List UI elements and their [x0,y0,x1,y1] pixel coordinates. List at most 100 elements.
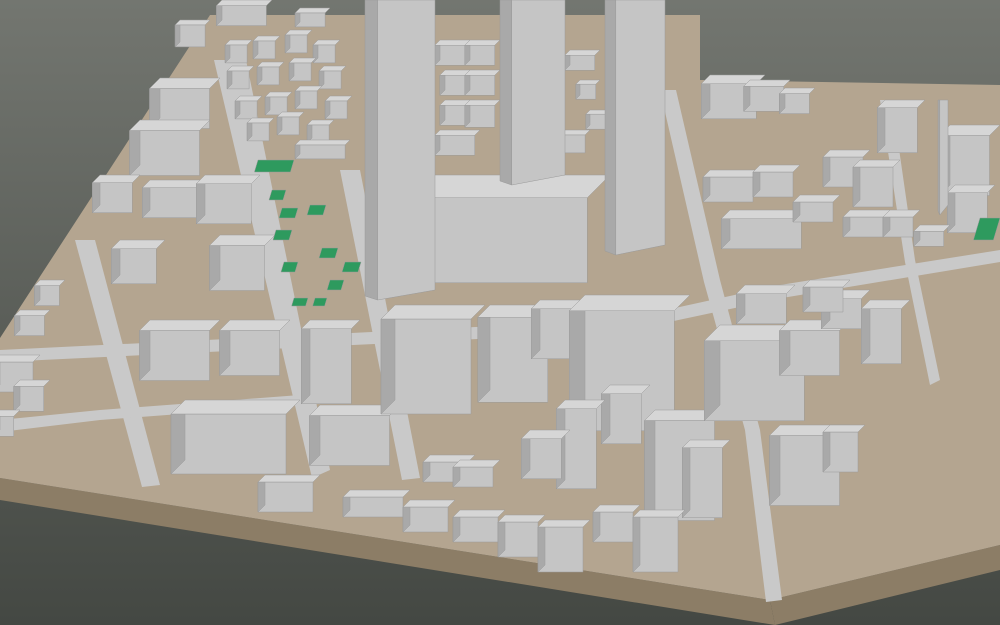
building-side-face [769,424,781,507]
building-roof [141,179,206,188]
building-front-face [309,415,390,466]
building-roof [752,164,801,173]
building-roof [324,95,353,102]
building-roof [257,474,321,483]
antenna-mast [937,99,949,216]
building [215,0,273,27]
park-roof [254,159,295,173]
building-roof [938,124,1000,136]
building-roof [913,224,951,232]
building-roof [822,149,871,158]
building-roof [792,194,841,203]
building-roof [170,399,301,415]
building-front-face [170,413,287,475]
park-patch [280,261,299,273]
building-front-face [142,187,198,218]
park-patch [326,279,345,291]
building-roof [276,111,305,118]
building-roof [735,284,796,294]
building-roof [226,65,255,72]
park-roof [312,297,328,307]
building-roof [876,99,926,108]
building-roof [174,19,211,26]
building-roof [110,239,166,249]
building-roof [224,39,253,46]
building-roof [246,117,275,124]
building [294,139,351,160]
building [257,474,321,513]
building-roof [778,87,816,94]
park-roof [268,189,287,201]
building [218,319,291,377]
building [128,119,211,177]
building-side-face [380,304,396,415]
building-front-face [434,135,475,156]
building [632,509,686,573]
building [434,129,481,156]
building-roof [294,7,331,14]
building-roof [0,354,41,363]
park-roof [272,229,293,241]
building [792,194,841,223]
building-roof [452,509,506,518]
tower-right [604,0,666,256]
building-roof [575,79,601,85]
building-roof [402,499,456,508]
building-roof [342,489,411,498]
building-roof [13,309,51,316]
building-roof [743,79,791,87]
building-roof [464,99,501,106]
3d-city-viewport[interactable] [0,0,1000,625]
park-roof [291,297,309,307]
building-roof [520,429,571,439]
tower-side-face [937,99,941,216]
building [852,159,901,208]
park-roof [278,207,299,219]
building-roof [138,319,221,331]
building [464,69,501,96]
building-roof [702,169,761,178]
building [802,279,851,313]
building [452,459,501,488]
building-side-face [632,509,641,573]
building-roof [434,129,481,136]
building-front-face [294,144,346,160]
building-roof [252,35,281,42]
building [702,169,761,203]
park-patch [272,229,293,241]
park-roof [326,279,345,291]
park-patch [278,207,299,219]
building-roof [294,85,323,92]
building-front-face [216,5,267,26]
building-side-face [682,439,691,519]
building-roof [91,174,141,183]
building [141,179,206,219]
building [174,19,211,48]
building-roof [300,319,361,329]
park-roof [280,261,299,273]
building [138,319,221,382]
building-roof [264,91,293,98]
building-roof [592,504,641,513]
building-roof [464,39,501,46]
building-front-face [721,218,802,249]
building [380,304,486,415]
building-roof [537,519,591,528]
building-roof [434,39,471,46]
building-roof [946,184,996,193]
tower-front-face [615,0,666,256]
tower-left [364,0,436,301]
building-roof [215,0,273,6]
building [752,164,801,198]
building-front-face [0,416,14,437]
building-roof [218,319,291,331]
park-patch [268,189,287,201]
building-roof [681,439,731,448]
park-patch [254,159,295,173]
building-roof [860,299,911,309]
building-roof [128,119,211,131]
building-front-face [257,481,314,513]
park-patch [341,261,362,273]
park-patch [312,297,328,307]
building-roof [842,209,891,218]
